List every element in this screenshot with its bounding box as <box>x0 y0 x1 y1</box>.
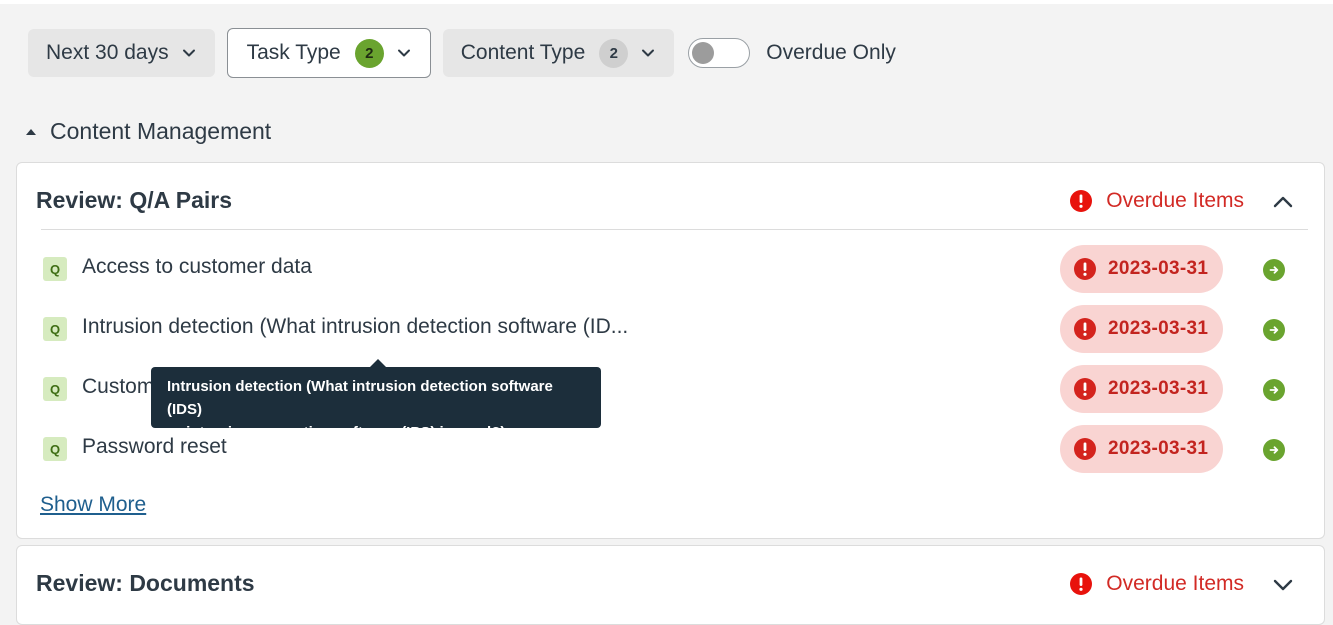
due-date: 2023-03-31 <box>1108 438 1209 459</box>
overdue-indicator: Overdue Items <box>1070 572 1244 596</box>
content-type-label: Content Type <box>460 41 586 64</box>
date-range-label: Next 30 days <box>46 41 169 64</box>
section-header[interactable]: Content Management <box>24 118 271 145</box>
tooltip-arrow <box>369 359 387 368</box>
date-range-filter[interactable]: Next 30 days <box>28 29 215 77</box>
show-more-link[interactable]: Show More <box>40 493 146 517</box>
tooltip-line-2: or intrusion prevention software (IPS) i… <box>167 424 506 441</box>
filter-bar: Next 30 days Task Type 2 Content Type 2 … <box>28 28 896 78</box>
expand-button[interactable] <box>1272 576 1294 594</box>
title-tooltip: Intrusion detection (What intrusion dete… <box>151 359 601 441</box>
due-date-badge: 2023-03-31 <box>1060 305 1223 353</box>
overdue-only-toggle[interactable] <box>688 38 751 68</box>
arrow-right-icon <box>1269 446 1279 454</box>
question-badge: Q <box>43 257 67 281</box>
top-strip <box>0 0 1333 4</box>
due-date-badge: 2023-03-31 <box>1060 425 1223 473</box>
collapse-button[interactable] <box>1272 193 1294 211</box>
overdue-indicator: Overdue Items <box>1070 189 1244 213</box>
qa-pairs-card: Review: Q/A Pairs Overdue Items Q Access… <box>16 162 1325 539</box>
arrow-right-icon <box>1269 266 1279 274</box>
due-date: 2023-03-31 <box>1108 378 1209 399</box>
overdue-label: Overdue Items <box>1106 572 1244 595</box>
overdue-label: Overdue Items <box>1106 189 1244 212</box>
chevron-down-icon <box>640 45 656 61</box>
caret-up-icon <box>24 125 38 139</box>
alert-icon <box>1074 258 1096 280</box>
alert-icon <box>1070 573 1093 595</box>
question-badge: Q <box>43 377 67 401</box>
alert-icon <box>1074 438 1096 460</box>
alert-icon <box>1074 318 1096 340</box>
item-title[interactable]: Intrusion detection (What intrusion dete… <box>82 315 628 339</box>
open-item-button[interactable] <box>1263 439 1285 461</box>
alert-icon <box>1070 190 1093 212</box>
arrow-right-icon <box>1269 326 1279 334</box>
question-badge: Q <box>43 437 67 461</box>
item-title[interactable]: Access to customer data <box>82 255 312 279</box>
chevron-down-icon <box>181 45 197 61</box>
chevron-up-icon <box>1273 196 1293 208</box>
due-date-badge: 2023-03-31 <box>1060 245 1223 293</box>
overdue-only-control: Overdue Only <box>688 38 896 68</box>
chevron-down-icon <box>396 45 412 61</box>
open-item-button[interactable] <box>1263 259 1285 281</box>
arrow-right-icon <box>1269 386 1279 394</box>
task-type-filter[interactable]: Task Type 2 <box>226 28 431 78</box>
question-badge: Q <box>43 317 67 341</box>
section-title: Content Management <box>50 118 272 144</box>
overdue-only-label: Overdue Only <box>766 41 896 64</box>
item-title[interactable]: Custom <box>82 375 154 399</box>
card-title: Review: Q/A Pairs <box>36 187 233 213</box>
content-type-count-badge: 2 <box>599 38 629 68</box>
chevron-down-icon <box>1273 579 1293 591</box>
tooltip-line-1: Intrusion detection (What intrusion dete… <box>167 378 553 418</box>
divider <box>41 229 1308 230</box>
due-date: 2023-03-31 <box>1108 258 1209 279</box>
task-type-label: Task Type <box>246 41 341 64</box>
toggle-knob <box>692 42 715 64</box>
open-item-button[interactable] <box>1263 319 1285 341</box>
content-type-filter[interactable]: Content Type 2 <box>442 29 675 77</box>
open-item-button[interactable] <box>1263 379 1285 401</box>
documents-card: Review: Documents Overdue Items <box>16 545 1325 625</box>
due-date: 2023-03-31 <box>1108 318 1209 339</box>
list-item[interactable]: Q Access to customer data 2023-03-31 <box>43 245 1324 293</box>
alert-icon <box>1074 378 1096 400</box>
task-type-count-badge: 2 <box>354 38 384 68</box>
due-date-badge: 2023-03-31 <box>1060 365 1223 413</box>
list-item[interactable]: Q Intrusion detection (What intrusion de… <box>43 305 1324 353</box>
card-title: Review: Documents <box>36 570 255 596</box>
